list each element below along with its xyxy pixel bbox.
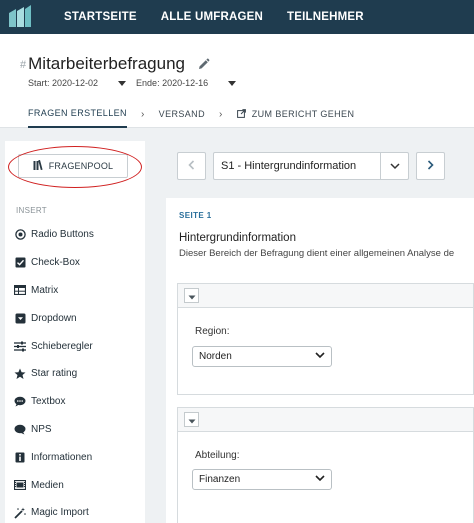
- nps-icon: [13, 424, 27, 435]
- question-label: Abteilung:: [195, 450, 240, 461]
- insert-star-rating[interactable]: Star rating: [13, 360, 143, 388]
- hash-symbol: #: [20, 59, 27, 71]
- menu-label: Matrix: [31, 284, 59, 296]
- chevron-down-icon: [315, 351, 325, 362]
- insert-informationen[interactable]: Informationen: [13, 443, 143, 471]
- insert-matrix[interactable]: Matrix: [13, 277, 143, 305]
- nav-startseite[interactable]: STARTSEITE: [64, 11, 137, 23]
- chevron-right-icon: ›: [140, 108, 145, 120]
- chevron-down-icon: [315, 474, 325, 485]
- survey-page-card: SEITE 1 Hintergrundinformation Dieser Be…: [166, 198, 474, 523]
- tab-zum-bericht-label: ZUM BERICHT GEHEN: [251, 108, 355, 119]
- insert-radio-buttons[interactable]: Radio Buttons: [13, 221, 143, 249]
- insert-nps[interactable]: NPS: [13, 416, 143, 444]
- question-type-list: Radio Buttons Check-Box Matrix Dropdown: [13, 221, 143, 523]
- insert-dropdown[interactable]: Dropdown: [13, 304, 143, 332]
- chevron-down-icon: [380, 153, 408, 179]
- menu-label: Dropdown: [31, 312, 77, 324]
- menu-label: Informationen: [31, 451, 93, 463]
- end-date-label: Ende: 2020-12-16: [136, 78, 209, 88]
- collapse-button[interactable]: [184, 412, 199, 427]
- slider-icon: [13, 341, 27, 352]
- page-title[interactable]: Hintergrundinformation: [179, 232, 296, 244]
- tab-zum-bericht[interactable]: ZUM BERICHT GEHEN: [236, 108, 355, 128]
- insert-medien[interactable]: Medien: [13, 471, 143, 499]
- menu-label: Radio Buttons: [31, 229, 94, 241]
- question-types-sidebar: FRAGENPOOL INSERT Radio Buttons Check-Bo…: [5, 141, 145, 523]
- editor-content: FRAGENPOOL INSERT Radio Buttons Check-Bo…: [0, 128, 474, 523]
- insert-section-label: INSERT: [16, 206, 47, 215]
- menu-label: Star rating: [31, 368, 78, 380]
- star-icon: [13, 368, 27, 380]
- tab-fragen-erstellen[interactable]: FRAGEN ERSTELLEN: [28, 108, 127, 128]
- abteilung-select-value: Finanzen: [199, 474, 241, 485]
- survey-header: # Mitarbeiterbefragung Start: 2020-12-02…: [0, 34, 474, 128]
- survey-title[interactable]: Mitarbeiterbefragung: [28, 54, 185, 74]
- start-date-dropdown[interactable]: Start: 2020-12-02: [28, 78, 127, 88]
- insert-textbox[interactable]: Textbox: [13, 388, 143, 416]
- chevron-right-icon: ›: [218, 108, 223, 120]
- question-block-header: [178, 284, 473, 308]
- page-select-value: S1 - Hintergrundinformation: [221, 160, 357, 172]
- question-label: Region:: [195, 326, 230, 337]
- next-page-button[interactable]: [416, 152, 445, 180]
- menu-label: Textbox: [31, 396, 66, 408]
- nav-alle-umfragen[interactable]: ALLE UMFRAGEN: [161, 11, 263, 23]
- media-icon: [13, 480, 27, 491]
- question-block-abteilung: Abteilung: Finanzen: [177, 407, 474, 523]
- fragenpool-label: FRAGENPOOL: [48, 161, 114, 171]
- abteilung-select[interactable]: Finanzen: [192, 469, 332, 490]
- insert-check-box[interactable]: Check-Box: [13, 249, 143, 277]
- menu-label: Schieberegler: [31, 340, 93, 352]
- page-description[interactable]: Dieser Bereich der Befragung dient einer…: [179, 248, 454, 259]
- menu-label: NPS: [31, 423, 52, 435]
- question-block-header: [178, 408, 473, 432]
- question-block-region: Region: Norden: [177, 283, 474, 395]
- region-select[interactable]: Norden: [192, 346, 332, 367]
- fragenpool-button[interactable]: FRAGENPOOL: [18, 154, 128, 178]
- chevron-left-icon: [188, 157, 195, 175]
- radio-icon: [13, 229, 27, 241]
- menu-label: Magic Import: [31, 507, 89, 519]
- collapse-button[interactable]: [184, 288, 199, 303]
- checkbox-icon: [13, 257, 27, 268]
- matrix-icon: [13, 285, 27, 296]
- insert-schieberegler[interactable]: Schieberegler: [13, 332, 143, 360]
- top-navigation: STARTSEITE ALLE UMFRAGEN TEILNEHMER: [0, 0, 474, 34]
- end-date-dropdown[interactable]: Ende: 2020-12-16: [136, 78, 237, 88]
- menu-label: Medien: [31, 479, 64, 491]
- start-date-label: Start: 2020-12-02: [28, 78, 99, 88]
- tab-versand[interactable]: VERSAND: [159, 109, 205, 127]
- nav-teilnehmer[interactable]: TEILNEHMER: [287, 11, 364, 23]
- region-select-value: Norden: [199, 351, 232, 362]
- chevron-right-icon: [427, 157, 434, 175]
- caret-down-icon: [188, 287, 196, 305]
- app-logo-icon[interactable]: [0, 0, 40, 34]
- workflow-tabs: FRAGEN ERSTELLEN › VERSAND › ZUM BERICHT…: [28, 108, 354, 128]
- pencil-icon[interactable]: [197, 58, 210, 71]
- chevron-down-icon: [118, 80, 127, 86]
- library-icon: [33, 159, 44, 172]
- caret-down-icon: [188, 411, 196, 429]
- magic-wand-icon: [13, 507, 27, 519]
- chevron-down-icon: [228, 80, 237, 86]
- insert-magic-import[interactable]: Magic Import: [13, 499, 143, 523]
- previous-page-button[interactable]: [177, 152, 206, 180]
- info-icon: [13, 452, 27, 463]
- external-link-icon: [236, 108, 246, 120]
- dropdown-icon: [13, 313, 27, 324]
- page-number-label: SEITE 1: [179, 211, 212, 220]
- textbox-icon: [13, 396, 27, 407]
- menu-label: Check-Box: [31, 257, 80, 269]
- page-select-dropdown[interactable]: S1 - Hintergrundinformation: [213, 152, 409, 180]
